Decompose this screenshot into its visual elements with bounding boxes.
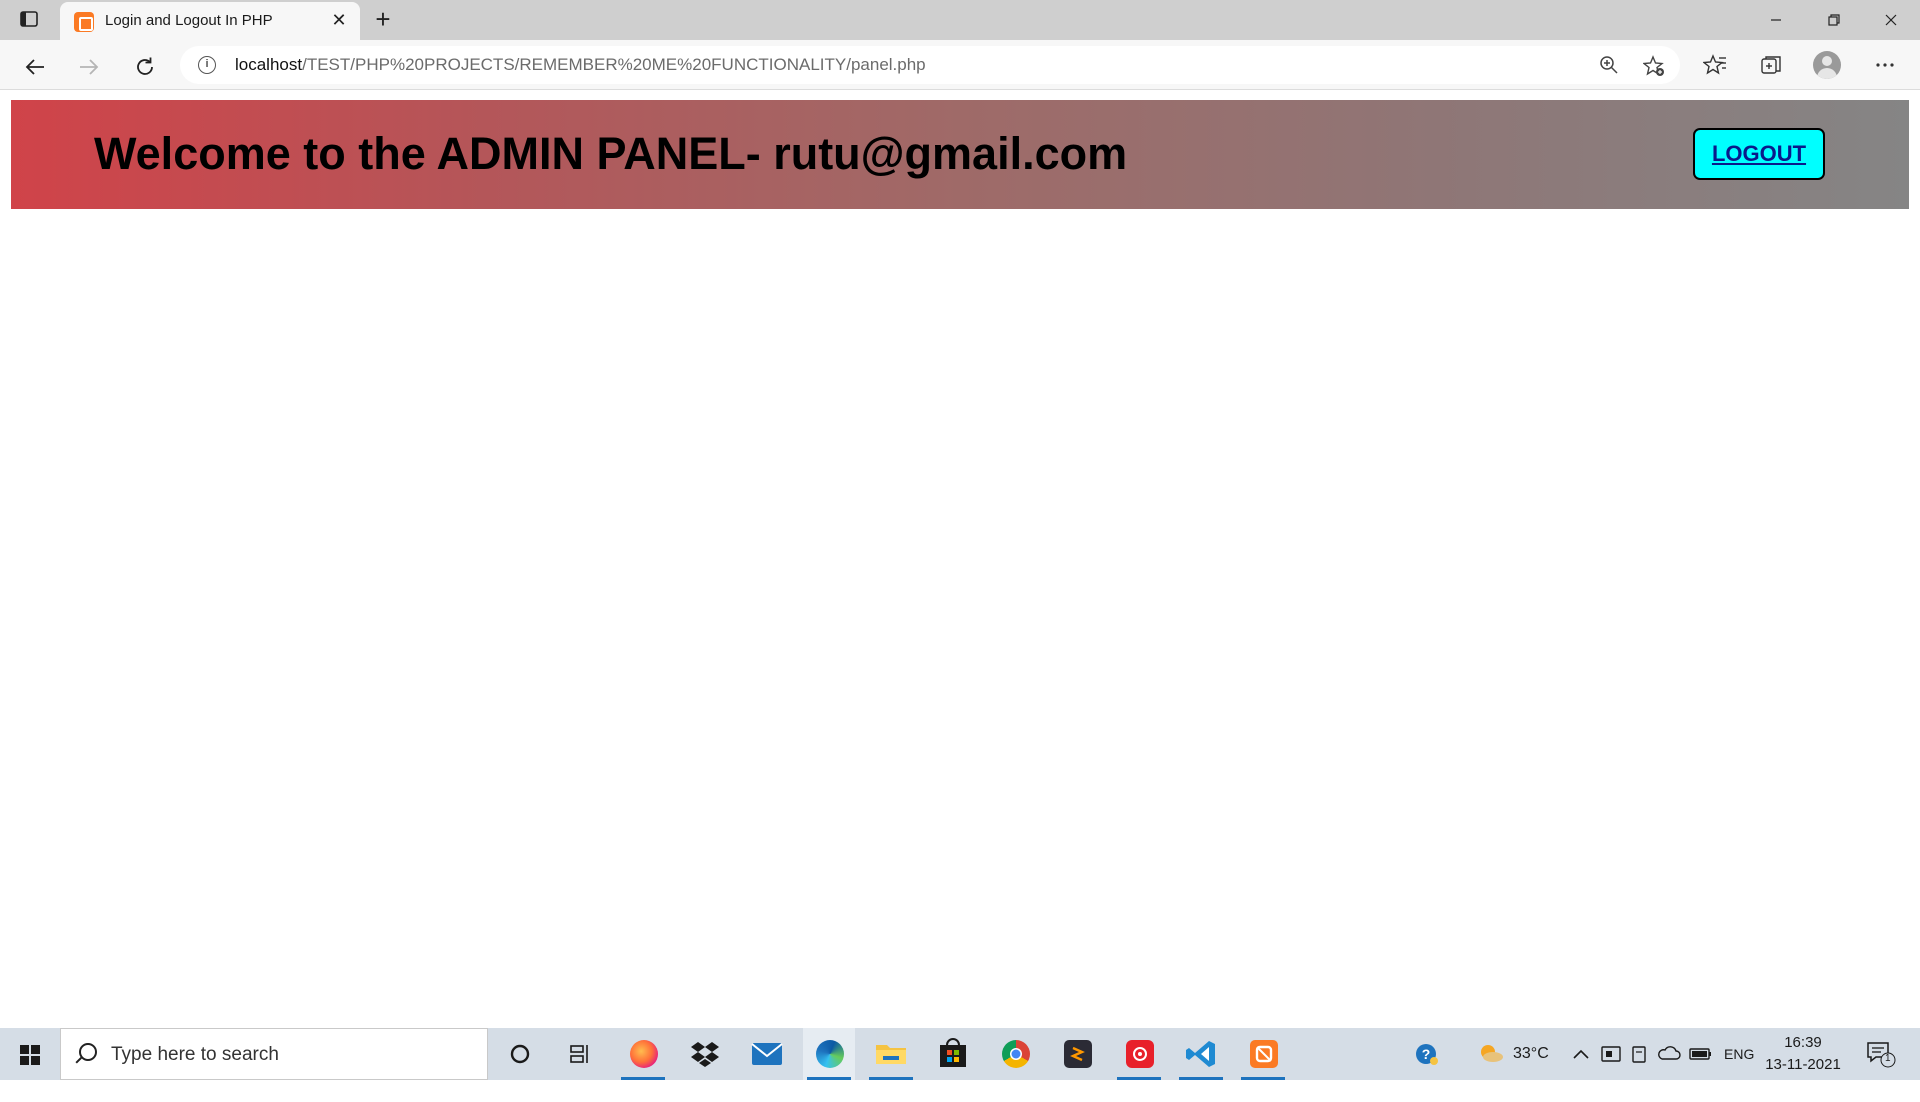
search-icon: [79, 1043, 97, 1061]
url-text[interactable]: localhost/TEST/PHP%20PROJECTS/REMEMBER%2…: [235, 55, 926, 75]
system-clock[interactable]: 16:39 13-11-2021: [1763, 1032, 1843, 1076]
svg-text:?: ?: [1422, 1046, 1431, 1062]
zoom-icon[interactable]: [1598, 55, 1620, 77]
clock-date: 13-11-2021: [1765, 1056, 1841, 1073]
clock-time: 16:39: [1784, 1034, 1822, 1051]
browser-toolbar: i localhost/TEST/PHP%20PROJECTS/REMEMBER…: [0, 40, 1920, 90]
refresh-icon[interactable]: [128, 49, 162, 83]
favorites-icon[interactable]: [1702, 53, 1728, 79]
screen-recorder-icon[interactable]: [1113, 1028, 1165, 1080]
xampp-favicon-icon: [74, 12, 94, 32]
address-bar[interactable]: i localhost/TEST/PHP%20PROJECTS/REMEMBER…: [180, 46, 1680, 84]
site-info-icon[interactable]: i: [198, 56, 216, 74]
notifications-icon[interactable]: 1: [1866, 1040, 1896, 1068]
more-icon[interactable]: [1872, 53, 1898, 79]
mail-icon[interactable]: [741, 1028, 793, 1080]
chrome-icon[interactable]: [989, 1028, 1041, 1080]
url-host: localhost: [235, 55, 303, 74]
temperature-label[interactable]: 33°C: [1513, 1028, 1549, 1080]
search-placeholder: Type here to search: [111, 1044, 279, 1065]
device-icon[interactable]: [1630, 1028, 1650, 1080]
cortana-icon[interactable]: [494, 1028, 546, 1080]
close-window-icon[interactable]: [1863, 0, 1919, 40]
chevron-up-icon[interactable]: [1570, 1028, 1594, 1080]
page-viewport: Welcome to the ADMIN PANEL- rutu@gmail.c…: [0, 91, 1920, 1028]
tab-title: Login and Logout In PHP: [105, 12, 273, 29]
back-icon[interactable]: [18, 49, 52, 83]
language-indicator[interactable]: ENG: [1724, 1028, 1754, 1080]
help-icon[interactable]: ?: [1413, 1028, 1443, 1080]
browser-tab-bar: Login and Logout In PHP ✕ +: [0, 0, 1920, 40]
task-view-icon[interactable]: [554, 1028, 606, 1080]
windows-taskbar: Type here to search ? 33°C ENG 16:39 13-…: [0, 1028, 1920, 1080]
profile-icon[interactable]: [1813, 51, 1841, 79]
sublime-text-icon[interactable]: [1051, 1028, 1103, 1080]
logout-button[interactable]: LOGOUT: [1693, 128, 1825, 180]
minimize-icon[interactable]: [1748, 0, 1804, 40]
new-tab-button[interactable]: +: [368, 5, 398, 35]
weather-icon[interactable]: [1475, 1028, 1507, 1080]
notification-count: 1: [1885, 1053, 1891, 1064]
add-favorite-icon[interactable]: [1642, 55, 1665, 77]
close-tab-icon[interactable]: ✕: [328, 9, 350, 31]
collections-icon[interactable]: [1758, 53, 1784, 79]
restore-icon[interactable]: [1806, 0, 1862, 40]
forward-icon[interactable]: [72, 49, 106, 83]
onedrive-icon[interactable]: [1657, 1028, 1681, 1080]
file-explorer-icon[interactable]: [865, 1028, 917, 1080]
admin-header-banner: Welcome to the ADMIN PANEL- rutu@gmail.c…: [11, 100, 1909, 209]
browser-tab-active[interactable]: Login and Logout In PHP ✕: [60, 2, 360, 40]
vscode-icon[interactable]: [1175, 1028, 1227, 1080]
tab-actions-icon[interactable]: [18, 10, 42, 30]
xampp-icon[interactable]: [1237, 1028, 1289, 1080]
page-title: Welcome to the ADMIN PANEL- rutu@gmail.c…: [94, 128, 1128, 179]
edge-icon[interactable]: [803, 1028, 855, 1080]
dropbox-icon[interactable]: [679, 1028, 731, 1080]
store-icon[interactable]: [927, 1028, 979, 1080]
firefox-icon[interactable]: [617, 1028, 669, 1080]
start-button[interactable]: [0, 1028, 60, 1080]
meet-now-icon[interactable]: [1600, 1028, 1622, 1080]
battery-icon[interactable]: [1688, 1028, 1714, 1080]
windows-logo-icon: [20, 1045, 40, 1065]
taskbar-search-box[interactable]: Type here to search: [60, 1028, 488, 1080]
url-path: /TEST/PHP%20PROJECTS/REMEMBER%20ME%20FUN…: [302, 55, 926, 74]
